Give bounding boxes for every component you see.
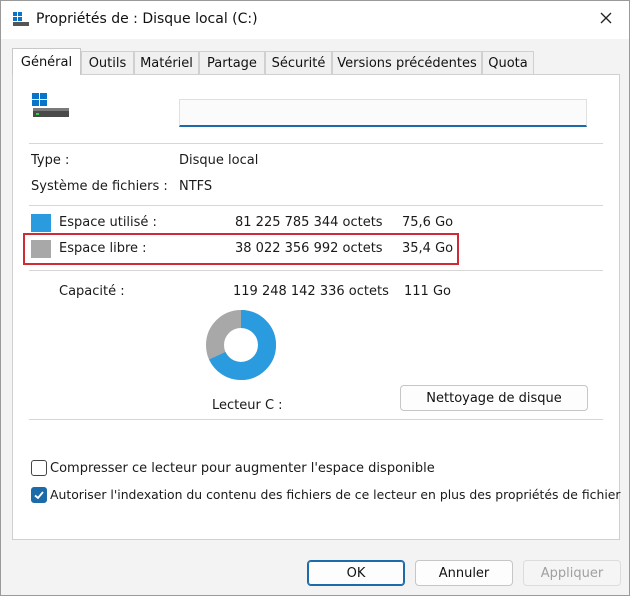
usage-donut-chart [206, 310, 276, 380]
free-space-swatch [31, 240, 51, 258]
drive-name-input[interactable] [179, 99, 587, 127]
window-title: Propriétés de : Disque local (C:) [36, 11, 258, 27]
compress-checkbox[interactable] [31, 460, 47, 476]
filesystem-value: NTFS [179, 179, 213, 194]
index-checkbox[interactable] [31, 487, 47, 503]
used-space-swatch [31, 214, 51, 232]
tab-tools[interactable]: Outils [81, 51, 134, 75]
drive-letter-label: Lecteur C : [212, 398, 283, 413]
tab-general[interactable]: Général [12, 48, 81, 75]
free-space-size: 35,4 Go [402, 241, 454, 256]
close-icon [600, 12, 612, 28]
tab-hardware[interactable]: Matériel [134, 51, 199, 75]
free-space-label: Espace libre : [59, 241, 147, 256]
separator [29, 143, 603, 144]
disk-cleanup-button[interactable]: Nettoyage de disque [400, 385, 588, 411]
compress-label: Compresser ce lecteur pour augmenter l'e… [50, 461, 435, 476]
tab-security[interactable]: Sécurité [265, 51, 332, 75]
tab-quota[interactable]: Quota [482, 51, 534, 75]
index-label: Autoriser l'indexation du contenu des fi… [50, 487, 621, 502]
checkmark-icon [34, 491, 44, 500]
tab-sharing[interactable]: Partage [199, 51, 265, 75]
type-label: Type : [31, 153, 70, 168]
used-space-bytes: 81 225 785 344 octets [235, 215, 383, 230]
used-space-size: 75,6 Go [402, 215, 454, 230]
ok-button[interactable]: OK [307, 560, 405, 586]
filesystem-label: Système de fichiers : [31, 179, 168, 194]
capacity-label: Capacité : [59, 284, 125, 299]
type-value: Disque local [179, 153, 259, 168]
separator [29, 270, 603, 271]
separator [29, 205, 603, 206]
free-space-bytes: 38 022 356 992 octets [235, 241, 383, 256]
properties-dialog: Propriétés de : Disque local (C:) Généra… [0, 0, 630, 596]
close-button[interactable] [591, 5, 621, 35]
separator [29, 419, 603, 420]
capacity-size: 111 Go [404, 284, 451, 299]
cancel-button[interactable]: Annuler [415, 560, 513, 586]
general-panel: Type : Disque local Système de fichiers … [12, 74, 621, 540]
tab-previous-versions[interactable]: Versions précédentes [332, 51, 482, 75]
used-space-label: Espace utilisé : [59, 215, 157, 230]
drive-icon [13, 12, 29, 26]
title-bar: Propriétés de : Disque local (C:) [1, 1, 629, 39]
capacity-bytes: 119 248 142 336 octets [233, 284, 389, 299]
apply-button[interactable]: Appliquer [523, 560, 621, 586]
disk-drive-icon [31, 93, 71, 125]
